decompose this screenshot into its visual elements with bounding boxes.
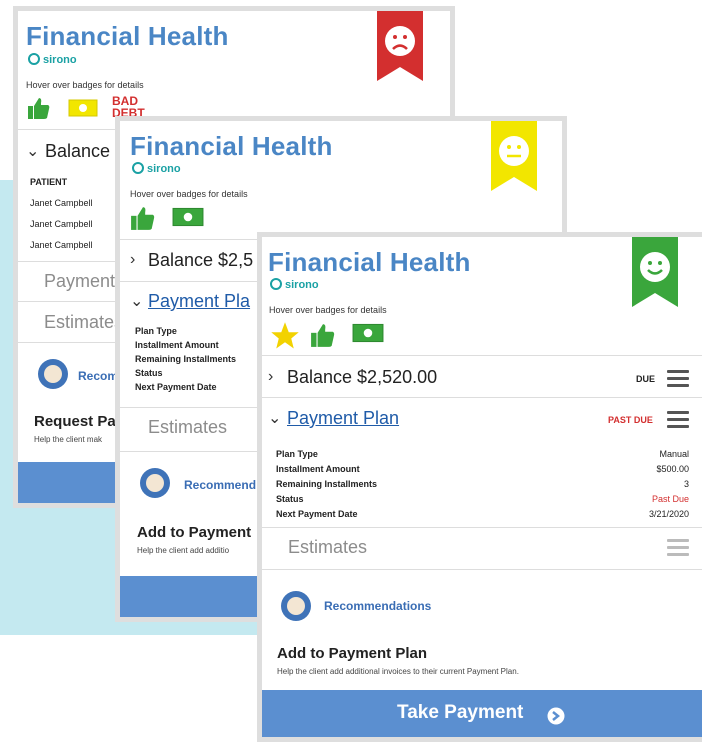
plan-type-label: Plan Type	[135, 326, 177, 336]
divider	[262, 397, 702, 398]
balance-status: DUE	[636, 374, 656, 384]
sad-face-ribbon-icon[interactable]	[377, 11, 423, 81]
table-header-patient: PATIENT	[30, 177, 68, 187]
remaining-installments-label: Remaining Installments	[135, 354, 237, 364]
thumbs-up-icon[interactable]	[27, 96, 51, 120]
chevron-down-icon[interactable]: ⌄	[268, 408, 281, 428]
avatar	[38, 359, 68, 389]
take-payment-label: Take Payment	[397, 702, 524, 723]
hover-hint: Hover over badges for details	[130, 189, 248, 199]
brand-logo: sirono	[132, 162, 181, 175]
estimates-label[interactable]: Estimates	[288, 537, 367, 558]
chevron-down-icon[interactable]: ⌄	[130, 291, 143, 311]
balance-label[interactable]: Balance $2,520.00	[287, 367, 437, 388]
thumbs-up-icon[interactable]	[130, 205, 156, 231]
installment-amount-label: Installment Amount	[276, 464, 360, 474]
payment-plan-link[interactable]: Payment Pla	[148, 291, 250, 312]
next-payment-date-label: Next Payment Date	[135, 382, 217, 392]
chevron-right-icon[interactable]: ›	[130, 251, 135, 269]
table-row: Janet Campbell	[30, 240, 93, 250]
arrow-right-circle-icon	[547, 707, 565, 725]
menu-icon[interactable]	[667, 411, 689, 432]
avatar	[140, 468, 170, 498]
recommendations-label[interactable]: Recom	[78, 369, 118, 383]
recommendations-label[interactable]: Recommendations	[324, 599, 431, 613]
card-title: Financial Health	[130, 131, 333, 161]
request-title: Request Pay	[34, 413, 125, 430]
plan-type-value: Manual	[659, 449, 689, 459]
plan-type-label: Plan Type	[276, 449, 318, 459]
request-subtitle: Help the client mak	[34, 435, 103, 444]
thumbs-up-icon[interactable]	[310, 322, 336, 348]
estimates-label[interactable]: Estimates	[148, 417, 227, 438]
card-title: Financial Health	[268, 247, 471, 277]
sirono-logo-icon	[132, 162, 144, 174]
add-to-payment-subtitle: Help the client add additional invoices …	[277, 667, 519, 676]
divider	[262, 355, 702, 356]
neutral-face-ribbon-icon[interactable]	[491, 121, 537, 191]
table-row: Janet Campbell	[30, 198, 93, 208]
status-value: Past Due	[651, 494, 689, 504]
divider	[262, 569, 702, 570]
chevron-down-icon[interactable]: ⌄	[26, 141, 39, 161]
brand-name: sirono	[43, 54, 77, 66]
hover-hint: Hover over badges for details	[269, 305, 387, 315]
balance-label[interactable]: Balance $2,5	[148, 250, 253, 271]
payment-plan-link[interactable]: Payment Plan	[287, 408, 399, 429]
money-icon[interactable]	[172, 207, 204, 227]
status-label: Status	[135, 368, 163, 378]
plan-status: PAST DUE	[608, 415, 653, 425]
status-label: Status	[276, 494, 304, 504]
card-title: Financial Health	[26, 21, 229, 51]
financial-health-card-good: Financial Health sirono Hover over badge…	[257, 232, 702, 742]
sirono-logo-icon	[28, 53, 40, 65]
remaining-installments-label: Remaining Installments	[276, 479, 378, 489]
brand-logo: sirono	[270, 278, 319, 291]
divider	[262, 527, 702, 528]
menu-icon[interactable]	[667, 370, 689, 391]
table-row: Janet Campbell	[30, 219, 93, 229]
star-icon[interactable]	[270, 321, 300, 351]
brand-logo: sirono	[28, 53, 77, 66]
money-icon[interactable]	[352, 323, 384, 343]
menu-icon[interactable]	[667, 539, 689, 560]
estimates-label[interactable]: Estimates	[44, 312, 123, 333]
money-icon[interactable]	[68, 99, 98, 117]
add-to-payment-title: Add to Payment Plan	[277, 645, 428, 662]
hover-hint: Hover over badges for details	[26, 80, 144, 90]
add-to-payment-title: Add to Payment	[137, 524, 252, 541]
brand-name: sirono	[285, 279, 319, 291]
add-to-payment-subtitle: Help the client add additio	[137, 546, 230, 555]
payment-label[interactable]: Payment	[44, 271, 115, 292]
installment-amount-value: $500.00	[656, 464, 689, 474]
chevron-right-icon[interactable]: ›	[268, 368, 273, 386]
remaining-installments-value: 3	[683, 479, 689, 489]
sirono-logo-icon	[270, 278, 282, 290]
recommendations-label[interactable]: Recommend	[184, 478, 256, 492]
installment-amount-label: Installment Amount	[135, 340, 219, 350]
next-payment-date-label: Next Payment Date	[276, 509, 358, 519]
happy-face-ribbon-icon[interactable]	[632, 237, 678, 307]
brand-name: sirono	[147, 163, 181, 175]
balance-label[interactable]: Balance $	[45, 141, 125, 162]
next-payment-date-value: 3/21/2020	[648, 509, 689, 519]
avatar	[281, 591, 311, 621]
